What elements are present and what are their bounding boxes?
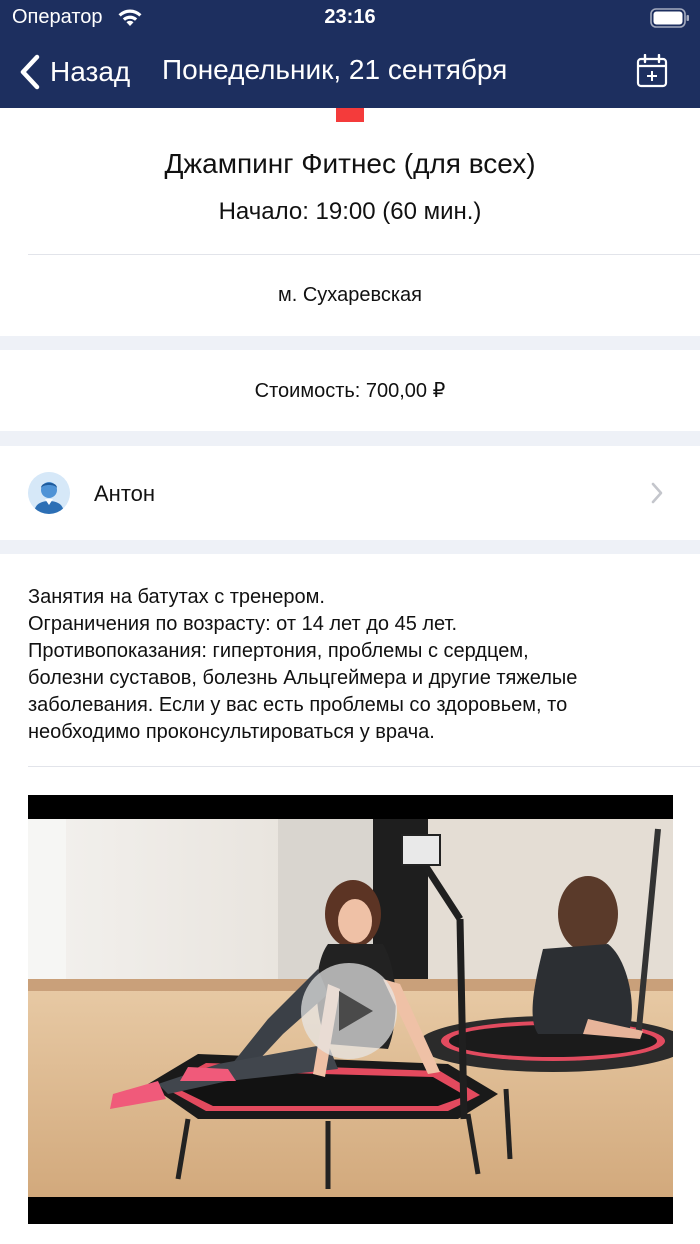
status-time: 23:16 [324, 6, 376, 28]
event-title: Джампинг Фитнес (для всех) [164, 148, 536, 179]
back-label: Назад [50, 56, 131, 87]
section-separator [0, 540, 700, 554]
section-separator [0, 336, 700, 350]
page-title: Понедельник, 21 сентября [162, 54, 508, 85]
divider [28, 766, 700, 767]
trainer-row[interactable]: Антон [0, 446, 700, 540]
category-color-marker [336, 108, 364, 122]
event-start-time: Начало: 19:00 (60 мин.) [218, 198, 482, 225]
navigation-bar: Назад Понедельник, 21 сентября [0, 36, 700, 108]
description-line: Противопоказания: гипертония, проблемы с… [28, 640, 529, 662]
section-separator [0, 431, 700, 446]
description-line: болезни суставов, болезнь Альцгеймера и … [28, 667, 578, 689]
event-price: Стоимость: 700,00 ₽ [254, 380, 446, 402]
chevron-left-icon [20, 54, 40, 90]
play-icon [339, 991, 373, 1031]
description-line: необходимо проконсультироваться у врача. [28, 721, 435, 743]
description-line: Ограничения по возрасту: от 14 лет до 45… [28, 613, 458, 635]
description-line: заболевания. Если у вас есть проблемы со… [28, 694, 568, 716]
battery-icon [650, 8, 689, 28]
play-button[interactable] [301, 963, 397, 1059]
divider [28, 254, 700, 255]
status-bar: Оператор 23:16 [0, 0, 700, 36]
top-bar: Оператор 23:16 Назад Понедельник, 21 сен… [0, 0, 700, 108]
calendar-add-icon[interactable] [636, 54, 668, 88]
video-player[interactable] [28, 795, 673, 1224]
back-button[interactable]: Назад [18, 50, 130, 94]
event-location: м. Сухаревская [278, 284, 422, 306]
trainer-name: Антон [94, 481, 156, 506]
chevron-right-icon [651, 482, 663, 504]
event-description: Занятия на батутах с тренером. Ограничен… [28, 584, 678, 746]
description-line: Занятия на батутах с тренером. [28, 586, 325, 608]
avatar-icon [28, 472, 70, 514]
